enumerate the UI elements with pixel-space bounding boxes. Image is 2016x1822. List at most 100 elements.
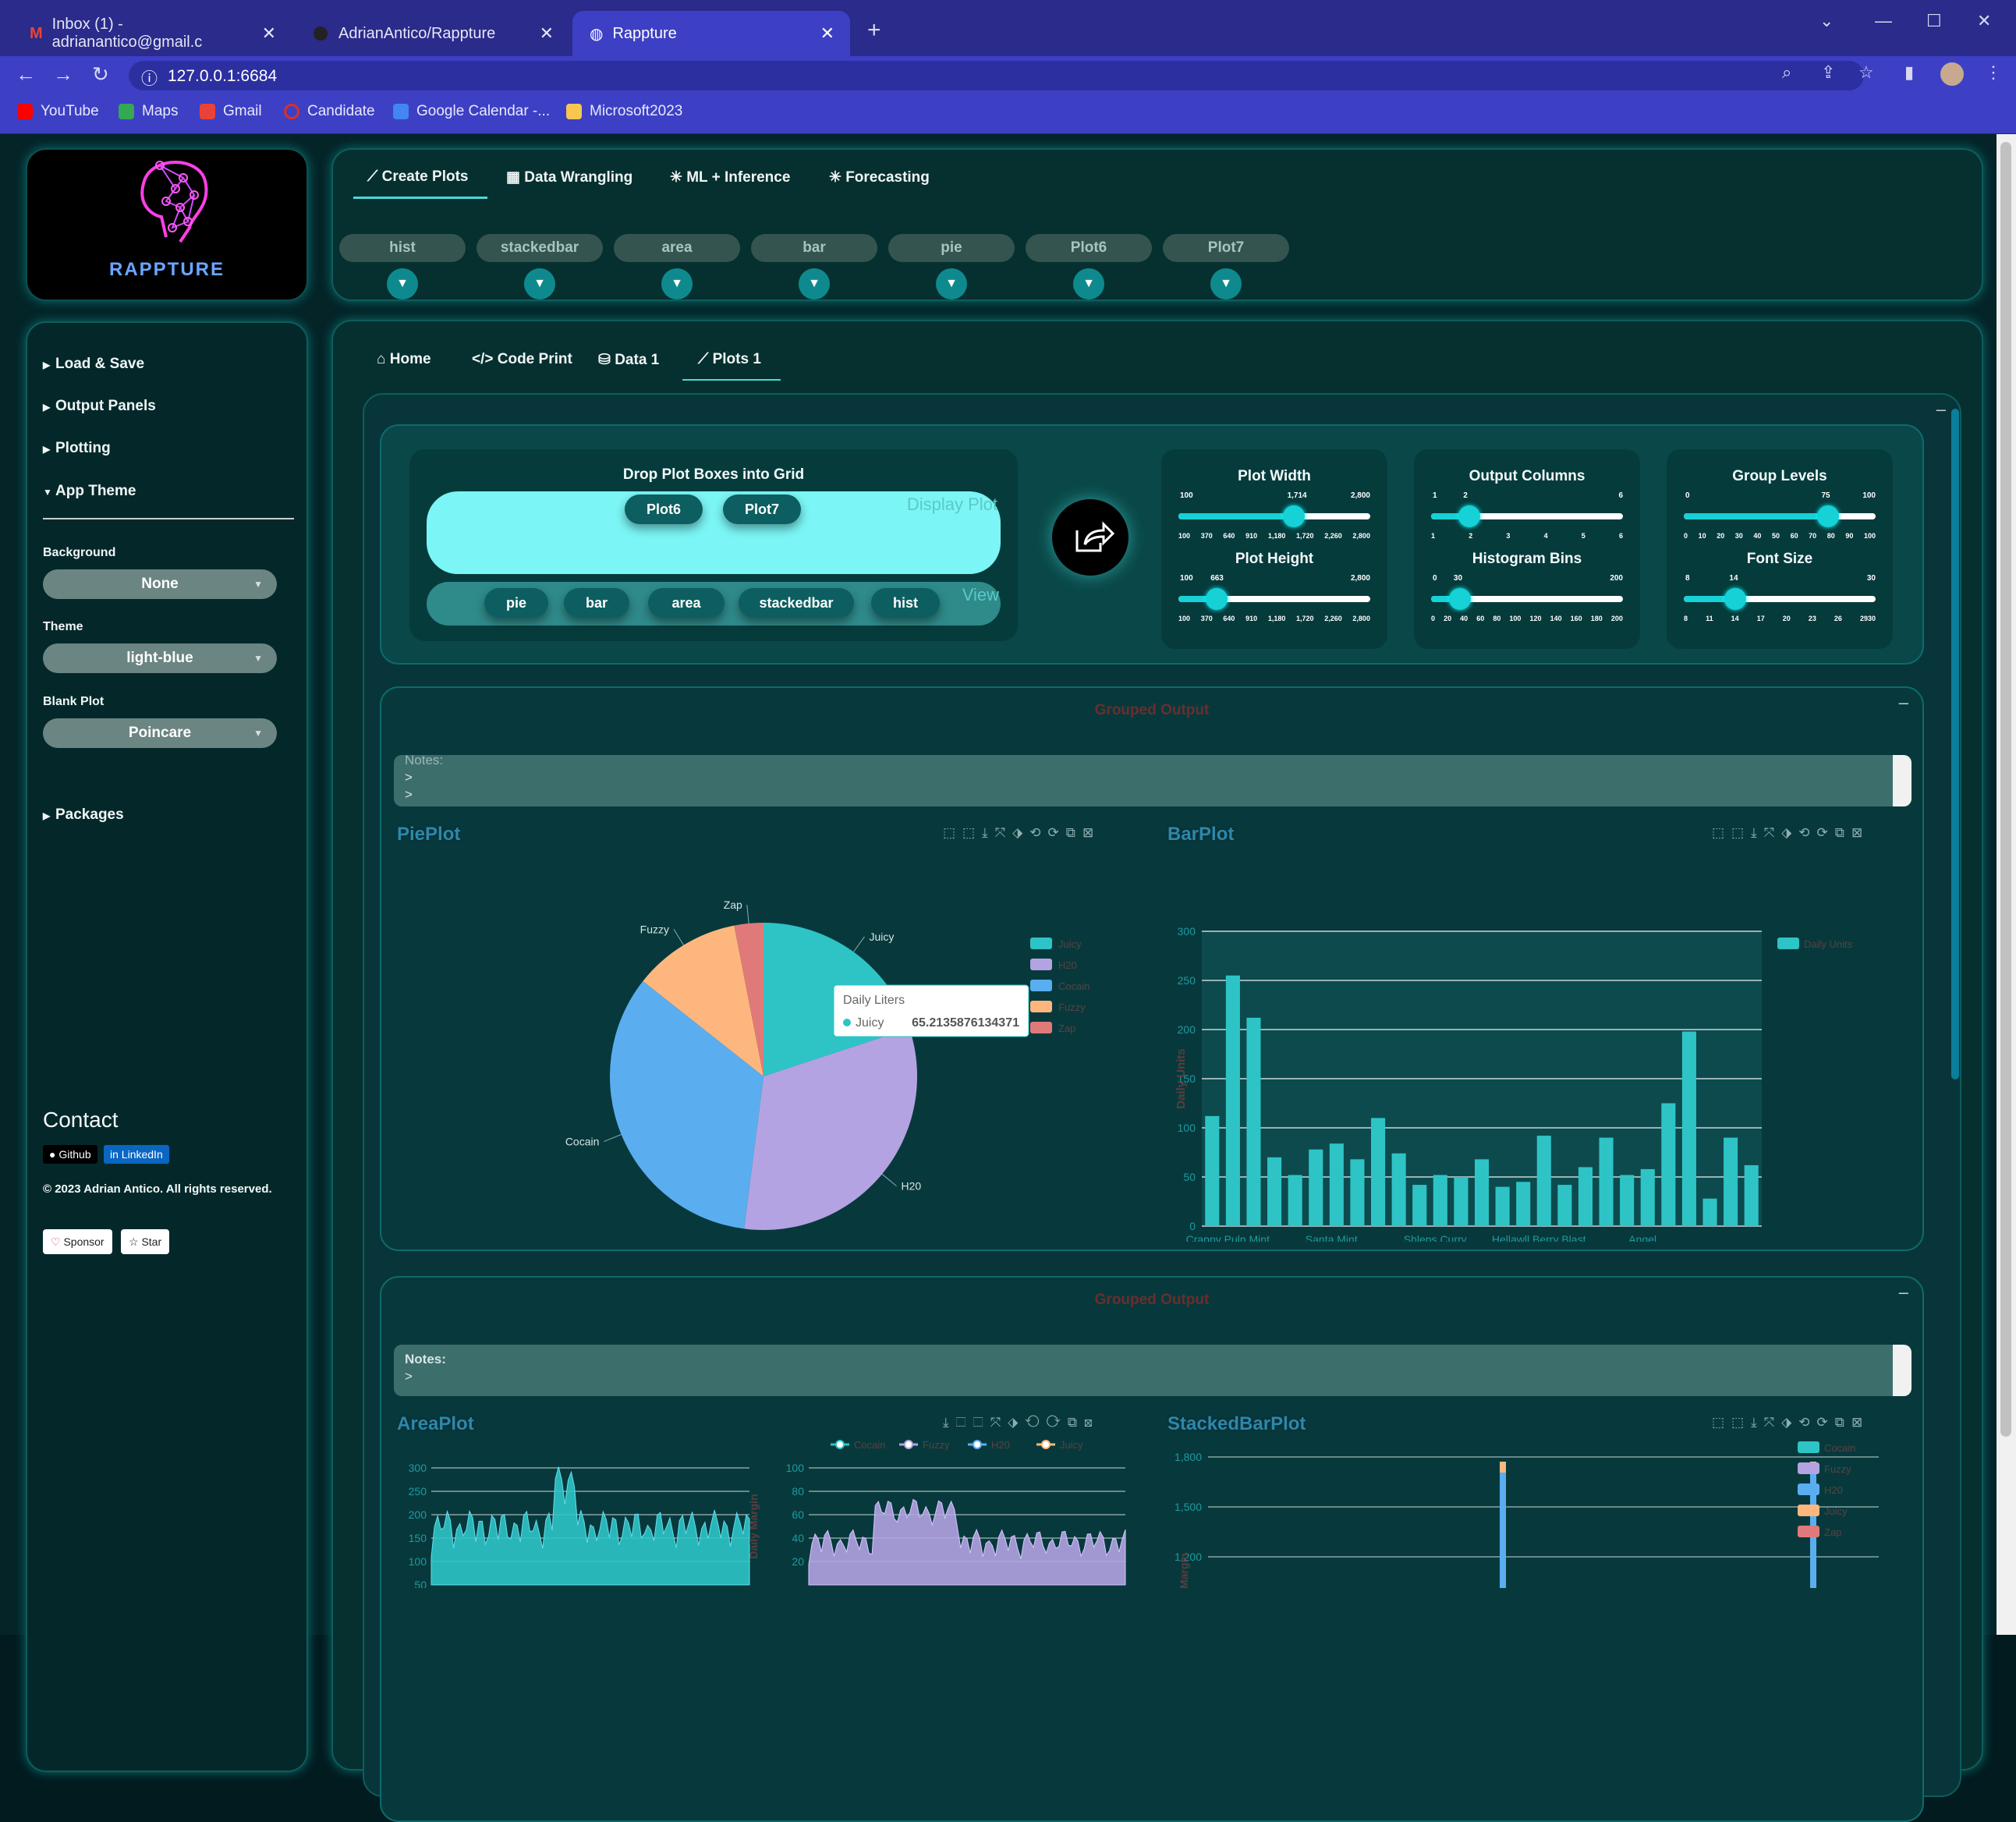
inner-scrollbar[interactable] — [1951, 409, 1959, 1079]
zoom-icon[interactable]: ⌕ — [1782, 62, 1791, 83]
bar[interactable] — [1702, 1198, 1717, 1226]
slider-knob[interactable] — [1206, 588, 1228, 610]
plot-box-pie[interactable]: pie — [888, 234, 1015, 262]
bookmark-youtube[interactable]: YouTube — [17, 103, 99, 120]
display-plot6[interactable]: Plot6 — [625, 494, 703, 524]
minimize-icon[interactable]: — — [1875, 11, 1892, 31]
bar[interactable] — [1661, 1103, 1676, 1227]
github-badge[interactable]: ● Github — [43, 1145, 97, 1164]
bar[interactable] — [1681, 1031, 1696, 1226]
blank-plot-select[interactable]: Poincare ▼ — [43, 718, 277, 748]
notes-textarea[interactable]: Notes: > — [394, 1345, 1911, 1396]
legend-swatch[interactable] — [1030, 1001, 1052, 1012]
bar[interactable] — [1640, 1168, 1655, 1226]
bar[interactable] — [1267, 1157, 1282, 1226]
url-input[interactable]: ⓘ 127.0.0.1:6684 — [129, 61, 1864, 90]
bar[interactable] — [1557, 1185, 1572, 1226]
plot-box-plot7[interactable]: Plot7 — [1163, 234, 1289, 262]
area-series[interactable] — [430, 1466, 750, 1586]
legend-label[interactable]: Fuzzy — [923, 1440, 950, 1451]
legend-swatch[interactable] — [1798, 1462, 1819, 1474]
plot-box-area[interactable]: area — [614, 234, 740, 262]
legend-swatch[interactable] — [1798, 1526, 1819, 1537]
close-window-icon[interactable]: ✕ — [1977, 11, 1991, 31]
share-icon[interactable]: ⇪ — [1821, 62, 1835, 83]
bar[interactable] — [1370, 1118, 1386, 1226]
bookmark-candidate[interactable]: Candidate — [284, 103, 375, 120]
legend-marker[interactable] — [1041, 1440, 1051, 1449]
bar[interactable] — [1391, 1153, 1406, 1226]
chevron-down-icon[interactable]: ▼ — [661, 268, 693, 300]
legend-label[interactable]: Cocain — [1824, 1442, 1855, 1454]
display-plot7[interactable]: Plot7 — [723, 494, 801, 524]
pie-chart[interactable]: Juicy H20 Cocain Fuzzy Zap Juicy H20 Cocain Fuzz… — [381, 844, 1146, 1242]
plot-height-slider[interactable] — [1178, 588, 1370, 610]
slider-knob[interactable] — [1448, 588, 1471, 610]
scrollbar-thumb[interactable] — [2000, 142, 2011, 1437]
legend-label[interactable]: Zap — [1824, 1526, 1841, 1538]
sidebar-item-plotting[interactable]: ▶ Plotting — [43, 440, 111, 457]
plot-box-hist[interactable]: hist — [339, 234, 466, 262]
legend-label[interactable]: Daily Units — [1804, 938, 1853, 950]
close-tab-icon[interactable]: ✕ — [540, 23, 554, 44]
collapse-icon[interactable]: – — [1899, 1282, 1908, 1303]
bar[interactable] — [1309, 1149, 1323, 1226]
bar[interactable] — [1599, 1137, 1614, 1226]
legend-label[interactable]: H20 — [1058, 959, 1077, 971]
tab-forecasting[interactable]: ✳ Forecasting — [829, 168, 930, 186]
bar[interactable] — [1578, 1167, 1593, 1226]
avatar[interactable] — [1940, 62, 1964, 86]
legend-label[interactable]: H20 — [991, 1440, 1010, 1451]
bookmark-calendar[interactable]: Google Calendar -... — [393, 103, 550, 120]
tab-create-plots[interactable]: ⟋ Create Plots — [367, 168, 468, 186]
page-scrollbar[interactable] — [1997, 134, 2016, 1635]
new-tab-icon[interactable]: + — [867, 17, 881, 44]
sponsor-button[interactable]: ♡ Sponsor — [43, 1229, 112, 1254]
tab-code-print[interactable]: </> Code Print — [472, 351, 572, 368]
legend-label[interactable]: Juicy — [1058, 938, 1082, 950]
legend-label[interactable]: Juicy — [1824, 1505, 1848, 1517]
legend-marker[interactable] — [904, 1440, 913, 1449]
back-icon[interactable]: ← — [16, 62, 36, 87]
sidebar-item-output-panels[interactable]: ▶ Output Panels — [43, 398, 156, 415]
plot-box-plot6[interactable]: Plot6 — [1026, 234, 1152, 262]
bar[interactable] — [1433, 1175, 1447, 1226]
share-button[interactable] — [1052, 499, 1128, 576]
menu-icon[interactable]: ⋮ — [1985, 62, 2002, 83]
bar[interactable] — [1412, 1185, 1427, 1226]
bookmark-maps[interactable]: Maps — [119, 103, 178, 120]
bar[interactable] — [1724, 1137, 1738, 1226]
legend-swatch[interactable] — [1777, 938, 1799, 949]
plot-box-bar[interactable]: bar — [751, 234, 877, 262]
legend-marker[interactable] — [973, 1440, 982, 1449]
star-icon[interactable]: ☆ — [1858, 62, 1874, 83]
histogram-bins-slider[interactable] — [1431, 588, 1623, 610]
area-series[interactable] — [808, 1498, 1126, 1586]
view-stackedbar[interactable]: stackedbar — [739, 588, 854, 618]
chevron-down-icon[interactable]: ▼ — [524, 268, 555, 300]
chevron-down-icon[interactable]: ▼ — [936, 268, 967, 300]
display-zone[interactable]: Display Plot Plot6 Plot7 — [427, 491, 1001, 574]
chevron-down-icon[interactable]: ▼ — [1210, 268, 1242, 300]
stacked-bar[interactable] — [1500, 1462, 1506, 1473]
legend-label[interactable]: Fuzzy — [1058, 1001, 1086, 1013]
bar[interactable] — [1744, 1164, 1759, 1226]
view-zone[interactable]: View pie bar area stackedbar hist — [427, 582, 1001, 626]
bookmark-gmail[interactable]: Gmail — [200, 103, 262, 120]
bar[interactable] — [1350, 1159, 1365, 1226]
bar-chart[interactable]: 050100150200250300Crappy Pulp Mint Santa … — [1153, 844, 1926, 1242]
bar[interactable] — [1225, 975, 1240, 1226]
legend-label[interactable]: Cocain — [1058, 980, 1089, 992]
bar[interactable] — [1495, 1186, 1510, 1226]
chevron-down-icon[interactable]: ⌄ — [1819, 11, 1834, 31]
plot-width-slider[interactable] — [1178, 505, 1370, 527]
view-pie[interactable]: pie — [484, 588, 548, 618]
chart-toolbar[interactable]: ⬚⬚⤓⤧⬗⟲⟳⧉⊠ — [1712, 1415, 1869, 1430]
legend-swatch[interactable] — [1798, 1505, 1819, 1516]
collapse-icon[interactable]: – — [1936, 399, 1946, 420]
sidebar-item-app-theme[interactable]: ▼ App Theme — [43, 483, 136, 500]
slider-knob[interactable] — [1816, 505, 1839, 527]
sidebar-item-load-save[interactable]: ▶ Load & Save — [43, 356, 144, 373]
notes-scrollbar[interactable] — [1893, 1345, 1911, 1396]
legend-swatch[interactable] — [1798, 1483, 1819, 1495]
